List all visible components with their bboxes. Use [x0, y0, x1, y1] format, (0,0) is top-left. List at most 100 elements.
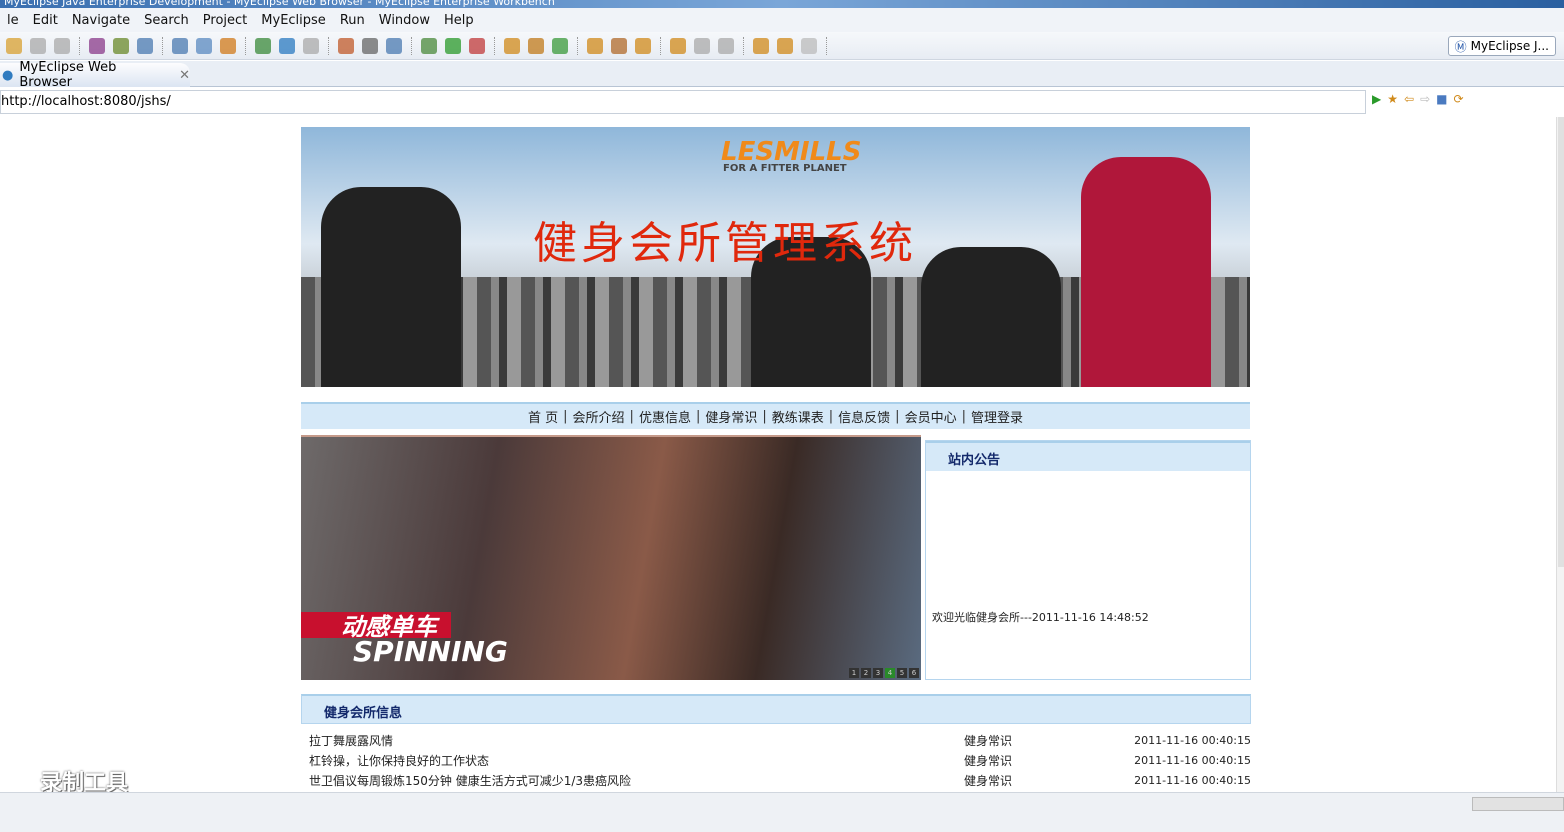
toolbar-tool-icon[interactable]: [718, 37, 734, 54]
toolbar-tool-icon[interactable]: [635, 37, 651, 54]
toolbar-tool-icon[interactable]: [552, 37, 568, 54]
nav-link[interactable]: 教练课表: [772, 407, 824, 426]
site-nav: 首 页 | 会所介绍 | 优惠信息 | 健身常识 | 教练课表 | 信息反馈 | 会员中心 | 管理登录: [301, 402, 1250, 429]
toolbar-tool-icon[interactable]: [113, 37, 129, 54]
toolbar-tool-icon[interactable]: [362, 37, 378, 54]
browser-viewport: LESMILLS FOR A FITTER PLANET 健身会所管理系统 首 …: [0, 117, 1556, 792]
info-row: 拉丁舞展露风情 健身常识 2011-11-16 00:40:15: [301, 730, 1251, 750]
info-category: 健身常识: [964, 733, 1013, 748]
toolbar-tool-icon[interactable]: [694, 37, 710, 54]
toolbar-tool-icon[interactable]: [220, 37, 236, 54]
info-row: 杠铃操，让你保持良好的工作状态 健身常识 2011-11-16 00:40:15: [301, 750, 1251, 770]
menu-myeclipse[interactable]: MyEclipse: [254, 13, 333, 28]
toolbar-separator: [577, 36, 578, 55]
toolbar-tool-icon[interactable]: [172, 37, 188, 54]
slide-page-button[interactable]: 1: [849, 668, 859, 678]
site-title: 健身会所管理系统: [533, 218, 917, 269]
close-icon[interactable]: ✕: [179, 68, 190, 83]
menu-file[interactable]: le: [0, 13, 26, 28]
nav-link[interactable]: 首 页: [528, 407, 558, 426]
menu-bar: le Edit Navigate Search Project MyEclips…: [0, 8, 1564, 32]
toolbar-tool-icon[interactable]: [196, 37, 212, 54]
menu-run[interactable]: Run: [333, 13, 372, 28]
nav-separator: |: [828, 409, 834, 424]
nav-link[interactable]: 信息反馈: [838, 407, 890, 426]
nav-link[interactable]: 会员中心: [905, 407, 957, 426]
slide-page-button[interactable]: 2: [861, 668, 871, 678]
info-time: 2011-11-16 00:40:15: [1134, 733, 1251, 747]
toolbar-separator: [743, 36, 744, 55]
toolbar-tool-icon[interactable]: [137, 37, 153, 54]
toolbar-tool-icon[interactable]: [528, 37, 544, 54]
toolbar-tool-icon[interactable]: [386, 37, 402, 54]
status-bar: [0, 792, 1564, 832]
notice-box: 站内公告 欢迎光临健身会所---2011-11-16 14:48:52: [925, 440, 1251, 680]
back-icon[interactable]: ⇦: [1404, 92, 1414, 106]
info-title-link[interactable]: 拉丁舞展露风情: [309, 732, 964, 749]
info-time: 2011-11-16 00:40:15: [1134, 773, 1251, 787]
toolbar-tool-icon[interactable]: [469, 37, 485, 54]
slide-page-button[interactable]: 4: [885, 668, 895, 678]
info-title-link[interactable]: 杠铃操，让你保持良好的工作状态: [309, 752, 964, 769]
slide-page-button[interactable]: 6: [909, 668, 919, 678]
toolbar: Ⓜ MyEclipse J...: [0, 32, 1564, 60]
toolbar-tool-icon[interactable]: [611, 37, 627, 54]
nav-separator: |: [695, 409, 701, 424]
menu-edit[interactable]: Edit: [26, 13, 65, 28]
toolbar-tool-icon[interactable]: [303, 37, 319, 54]
toolbar-tool-icon[interactable]: [445, 37, 461, 54]
toolbar-tool-icon[interactable]: [753, 37, 769, 54]
toolbar-tool-icon[interactable]: [504, 37, 520, 54]
toolbar-tool-icon[interactable]: [670, 37, 686, 54]
nav-link[interactable]: 优惠信息: [639, 407, 691, 426]
nav-separator: |: [563, 409, 568, 424]
menu-search[interactable]: Search: [137, 13, 196, 28]
toolbar-tool-icon[interactable]: [30, 37, 46, 54]
toolbar-tool-icon[interactable]: [421, 37, 437, 54]
info-category: 健身常识: [964, 773, 1013, 788]
menu-project[interactable]: Project: [196, 13, 254, 28]
toolbar-separator: [494, 36, 495, 55]
info-title: 健身会所信息: [301, 694, 1251, 724]
info-box: 健身会所信息 拉丁舞展露风情 健身常识 2011-11-16 00:40:15 杠铃操…: [301, 694, 1251, 790]
slide-page-button[interactable]: 5: [897, 668, 907, 678]
editor-tabs: ● MyEclipse Web Browser ✕: [0, 60, 1564, 90]
toolbar-tool-icon[interactable]: [587, 37, 603, 54]
vertical-scrollbar[interactable]: [1556, 117, 1564, 792]
nav-separator: |: [895, 409, 900, 424]
forward-icon[interactable]: ⇨: [1420, 92, 1430, 106]
toolbar-tool-icon[interactable]: [279, 37, 295, 54]
notice-message[interactable]: 欢迎光临健身会所---2011-11-16 14:48:52: [932, 609, 1149, 625]
toolbar-tool-icon[interactable]: [777, 37, 793, 54]
toolbar-tool-icon[interactable]: [89, 37, 105, 54]
menu-navigate[interactable]: Navigate: [65, 13, 137, 28]
tab-web-browser[interactable]: ● MyEclipse Web Browser ✕: [0, 60, 190, 90]
notice-title: 站内公告: [926, 441, 1250, 471]
toolbar-separator: [411, 36, 412, 55]
toolbar-tool-icon[interactable]: [801, 37, 817, 54]
nav-separator: |: [762, 409, 767, 424]
go-icon[interactable]: ▶: [1372, 92, 1381, 106]
slide-pager: 123456: [849, 668, 919, 678]
nav-separator: |: [961, 409, 966, 424]
nav-link[interactable]: 管理登录: [971, 407, 1023, 426]
toolbar-tool-icon[interactable]: [255, 37, 271, 54]
toolbar-separator: [826, 36, 827, 55]
watermark: 录制工具KK录像机: [40, 771, 129, 792]
nav-link[interactable]: 健身常识: [705, 407, 757, 426]
toolbar-tool-icon[interactable]: [6, 37, 22, 54]
perspective-button[interactable]: Ⓜ MyEclipse J...: [1447, 36, 1556, 56]
stop-icon[interactable]: ■: [1436, 92, 1447, 106]
info-title-link[interactable]: 世卫倡议每周锻炼150分钟 健康生活方式可减少1/3患癌风险: [309, 772, 964, 789]
spinning-slideshow[interactable]: 动感单车 SPINNING 123456: [301, 435, 921, 680]
slide-page-button[interactable]: 3: [873, 668, 883, 678]
menu-window[interactable]: Window: [372, 13, 437, 28]
favorites-icon[interactable]: ★: [1387, 92, 1398, 106]
menu-help[interactable]: Help: [437, 13, 481, 28]
toolbar-tool-icon[interactable]: [54, 37, 70, 54]
url-input[interactable]: http://localhost:8080/jshs/: [0, 90, 1366, 114]
toolbar-separator: [79, 36, 80, 55]
nav-link[interactable]: 会所介绍: [573, 407, 625, 426]
toolbar-tool-icon[interactable]: [338, 37, 354, 54]
refresh-icon[interactable]: ⟳: [1453, 92, 1463, 106]
